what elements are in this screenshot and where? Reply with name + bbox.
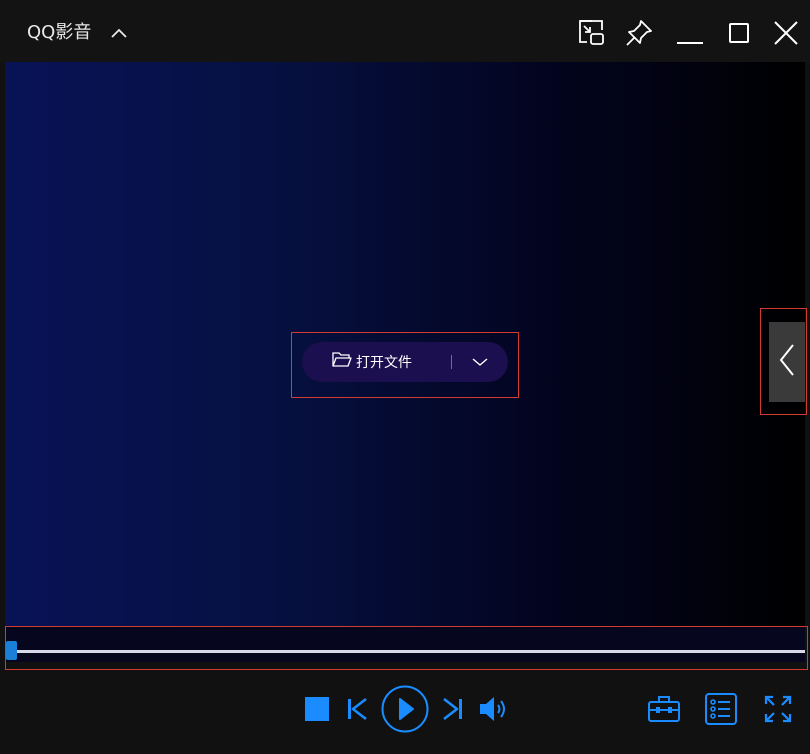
open-file-button[interactable]: 打开文件 (302, 342, 508, 382)
mini-mode-icon[interactable] (574, 16, 608, 50)
highlight-box (5, 626, 808, 670)
app-title: QQ影音 (27, 22, 92, 43)
chevron-down-icon[interactable] (452, 342, 508, 382)
maximize-icon[interactable] (721, 16, 755, 50)
next-icon[interactable] (441, 697, 465, 721)
volume-icon[interactable] (478, 695, 510, 723)
pin-icon[interactable] (622, 16, 656, 50)
chevron-left-icon (778, 342, 796, 382)
progress-handle[interactable] (6, 641, 17, 660)
stop-icon[interactable] (304, 696, 330, 722)
open-file-label: 打开文件 (356, 355, 412, 371)
open-file-main[interactable]: 打开文件 (302, 342, 451, 382)
playlist-icon[interactable] (704, 692, 738, 726)
control-bar (0, 670, 810, 754)
title-bar: QQ影音 (0, 0, 810, 62)
fullscreen-icon[interactable] (764, 695, 792, 723)
folder-open-icon (332, 351, 352, 373)
play-icon[interactable] (381, 685, 429, 733)
toolbox-icon[interactable] (647, 694, 681, 724)
side-panel-toggle[interactable] (769, 322, 805, 402)
progress-bar[interactable] (12, 650, 805, 653)
chevron-up-icon[interactable] (108, 22, 130, 44)
previous-icon[interactable] (345, 697, 369, 721)
close-icon[interactable] (769, 16, 803, 50)
minimize-icon[interactable] (672, 16, 706, 50)
